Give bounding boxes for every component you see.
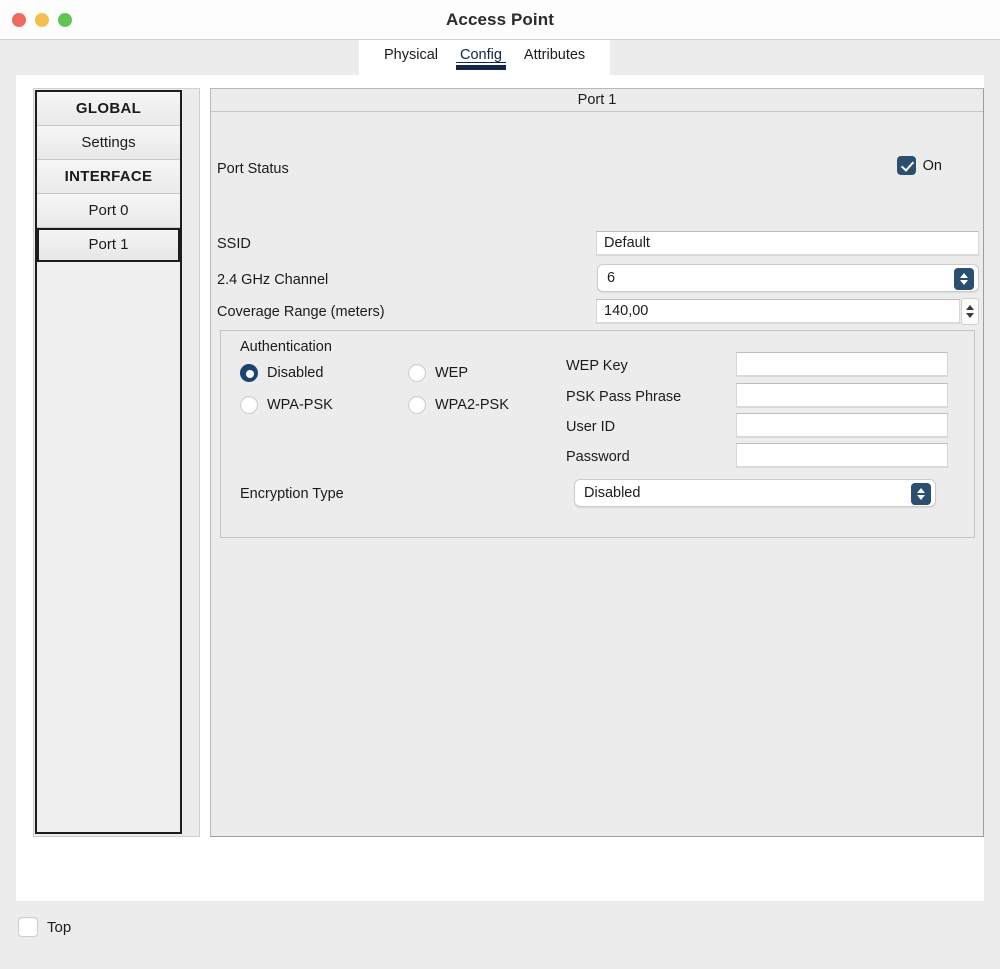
titlebar: Access Point: [0, 0, 1000, 40]
encryption-type-label: Encryption Type: [240, 486, 344, 502]
tab-config-label: Config: [460, 47, 502, 63]
application-window: Access Point Physical Config Attributes …: [0, 0, 1000, 969]
encryption-type-dropdown[interactable]: Disabled: [574, 479, 936, 507]
password-input[interactable]: [736, 443, 948, 468]
radio-wep[interactable]: WEP: [408, 364, 468, 382]
encryption-type-value: Disabled: [584, 485, 641, 501]
radio-wpa-psk[interactable]: WPA-PSK: [240, 396, 333, 414]
password-label: Password: [566, 449, 630, 465]
sidebar-item-port-1[interactable]: Port 1: [37, 228, 180, 262]
sidebar: GLOBAL Settings INTERFACE Port 0 Port 1: [33, 88, 200, 837]
sidebar-item-interface: INTERFACE: [37, 160, 180, 194]
user-id-label: User ID: [566, 419, 616, 435]
radio-disabled[interactable]: Disabled: [240, 364, 323, 382]
top-checkbox[interactable]: Top: [18, 917, 71, 937]
tab-list: Physical Config Attributes: [359, 40, 611, 75]
ssid-label: SSID: [217, 236, 251, 252]
panel-title: Port 1: [211, 89, 983, 112]
channel-label: 2.4 GHz Channel: [217, 272, 329, 288]
sidebar-item-settings[interactable]: Settings: [37, 126, 180, 160]
unchecked-box-icon: [18, 917, 38, 937]
sidebar-list: GLOBAL Settings INTERFACE Port 0 Port 1: [35, 90, 182, 834]
psk-pass-phrase-label: PSK Pass Phrase: [566, 389, 682, 405]
radio-wpa2-psk[interactable]: WPA2-PSK: [408, 396, 509, 414]
user-id-input[interactable]: [736, 413, 948, 438]
tab-strip: Physical Config Attributes: [0, 40, 1000, 75]
port-status-label: Port Status: [217, 161, 289, 177]
ssid-input[interactable]: [596, 231, 979, 256]
radio-selected-icon: [240, 364, 258, 382]
authentication-group: Authentication Disabled WEP WPA-PSK WPA2…: [220, 330, 975, 538]
window-title: Access Point: [446, 10, 554, 29]
coverage-range-input[interactable]: [596, 299, 960, 324]
coverage-range-label: Coverage Range (meters): [217, 304, 385, 320]
tab-config[interactable]: Config: [449, 43, 513, 72]
tab-config-underline: [456, 62, 506, 63]
panel-body: Port Status On SSID 2.4 GHz Channel 6: [211, 112, 983, 836]
wep-key-label: WEP Key: [566, 358, 628, 374]
chevron-up-down-icon: [954, 268, 974, 290]
wep-key-input[interactable]: [736, 352, 948, 377]
stepper-down-icon[interactable]: [966, 313, 974, 318]
channel-dropdown-value: 6: [607, 270, 616, 286]
radio-disabled-label: Disabled: [267, 365, 324, 381]
authentication-title: Authentication: [240, 339, 332, 355]
radio-wpa-psk-label: WPA-PSK: [267, 397, 333, 413]
channel-dropdown[interactable]: 6: [597, 264, 979, 292]
top-checkbox-label: Top: [47, 918, 72, 936]
radio-unselected-icon: [408, 396, 426, 414]
sidebar-item-port-0[interactable]: Port 0: [37, 194, 180, 228]
chevron-up-down-icon: [911, 483, 931, 505]
bottom-bar: Top: [0, 901, 1000, 969]
content-area: GLOBAL Settings INTERFACE Port 0 Port 1 …: [16, 75, 984, 901]
sidebar-item-global: GLOBAL: [37, 92, 180, 126]
tab-attributes[interactable]: Attributes: [513, 43, 596, 72]
radio-unselected-icon: [240, 396, 258, 414]
psk-pass-phrase-input[interactable]: [736, 383, 948, 408]
port-config-panel: Port 1 Port Status On SSID 2.4 GHz Chann…: [210, 88, 984, 837]
sidebar-empty-space: [37, 262, 180, 732]
tab-physical[interactable]: Physical: [373, 43, 449, 72]
port-status-checkbox[interactable]: On: [896, 156, 942, 175]
coverage-range-stepper[interactable]: [961, 298, 979, 325]
radio-wep-label: WEP: [435, 365, 469, 381]
port-status-checkbox-label: On: [922, 157, 942, 174]
radio-unselected-icon: [408, 364, 426, 382]
radio-wpa2-psk-label: WPA2-PSK: [435, 397, 509, 413]
stepper-up-icon[interactable]: [966, 305, 974, 310]
checkmark-icon: [896, 156, 916, 175]
